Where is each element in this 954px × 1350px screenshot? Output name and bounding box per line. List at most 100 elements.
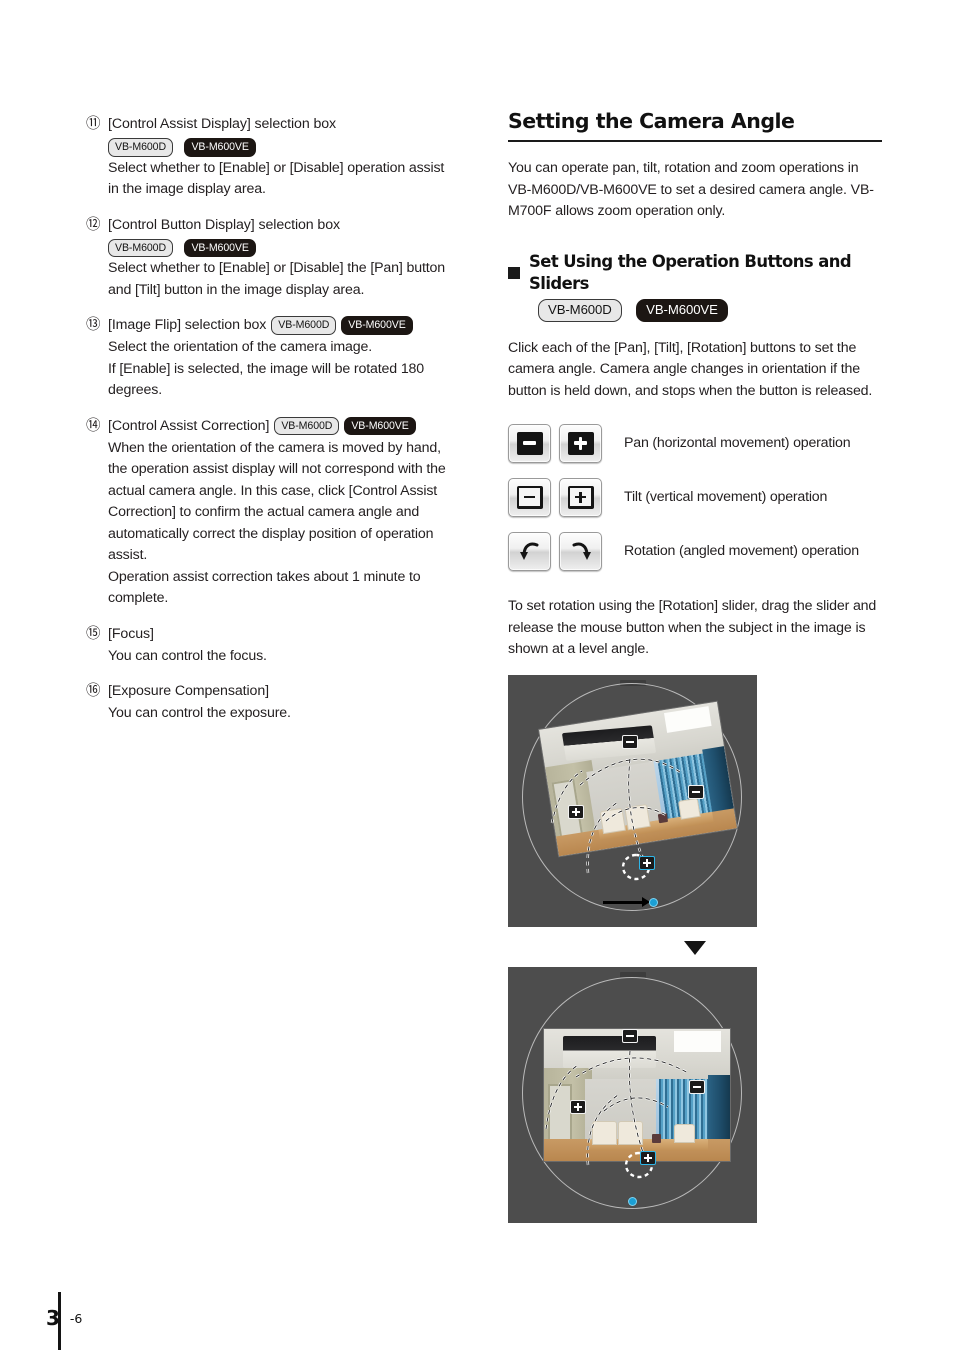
rotation-slider-handle[interactable] <box>650 898 657 906</box>
list-item-heading-text: [Control Assist Correction] <box>108 417 270 434</box>
badge-vb-m600ve: VB-M600VE <box>184 238 256 257</box>
pan-minus-button[interactable] <box>508 423 551 463</box>
chair <box>674 1123 695 1144</box>
tilt-plus-button[interactable] <box>559 477 602 517</box>
list-item-number: ⑮ <box>86 625 101 642</box>
body-line: Select the orientation of the camera ima… <box>108 339 373 355</box>
plus-icon <box>567 431 594 455</box>
desk-object <box>651 1134 662 1144</box>
curtain-dark <box>707 1074 730 1144</box>
rotate-clockwise-icon <box>569 539 593 563</box>
title-divider <box>508 140 882 142</box>
section-heading: Set Using the Operation Buttons and Slid… <box>508 251 882 295</box>
chair <box>677 797 701 820</box>
rotate-right-button[interactable] <box>559 531 602 571</box>
body-line: degrees. <box>108 382 163 398</box>
model-badge-row: VB-M600D VB-M600VE <box>108 138 478 157</box>
chair <box>624 802 651 830</box>
right-column: Setting the Camera Angle You can operate… <box>508 108 882 1223</box>
badge-vb-m600d: VB-M600D <box>108 138 174 157</box>
body-line: If [Enable] is selected, the image will … <box>108 360 425 377</box>
body-line: automatically correct the display positi… <box>108 525 434 542</box>
badge-vb-m600ve: VB-M600VE <box>184 138 256 157</box>
assist-pan-minus-button[interactable] <box>688 784 704 799</box>
screenshot-before-wrapper <box>508 674 882 927</box>
list-item-body: Select whether to [Enable] or [Disable] … <box>108 258 478 301</box>
section-paragraph: Click each of the [Pan], [Tilt], [Rotati… <box>508 339 873 399</box>
list-item-heading: [Control Assist Display] selection box <box>108 116 337 132</box>
list-item: ⑭ [Control Assist Correction] VB-M600D VB-… <box>86 416 478 610</box>
assist-tilt-minus-button[interactable] <box>622 1028 638 1043</box>
rotation-button-pair <box>508 531 616 571</box>
body-line: Operation assist correction takes about … <box>108 568 421 585</box>
slider-paragraph: To set rotation using the [Rotation] sli… <box>508 598 877 657</box>
body-line: actual camera angle. In this case, click… <box>108 482 438 499</box>
tilt-minus-button[interactable] <box>508 477 551 517</box>
assist-tilt-minus-button[interactable] <box>622 734 638 749</box>
chair <box>618 1120 643 1145</box>
assist-tilt-plus-button[interactable] <box>639 855 655 870</box>
badge-vb-m600ve: VB-M600VE <box>341 316 413 335</box>
body-line: assist. <box>108 547 148 563</box>
badge-vb-m600d: VB-M600D <box>274 416 340 435</box>
skylight <box>674 1031 721 1053</box>
badge-vb-m600d: VB-M600D <box>538 298 622 322</box>
legend-row-rotation: Rotation (angled movement) operation <box>508 524 882 578</box>
badge-vb-m600d: VB-M600D <box>108 238 174 257</box>
legend-row-tilt: Tilt (vertical movement) operation <box>508 470 882 524</box>
desk-object <box>658 812 669 824</box>
rotate-left-button[interactable] <box>508 531 551 571</box>
list-item-number: ⑭ <box>86 417 101 434</box>
body-line: complete. <box>108 590 169 606</box>
assist-tilt-plus-button[interactable] <box>640 1150 656 1165</box>
document-page: ⑪ [Control Assist Display] selection box… <box>0 0 954 1350</box>
assist-pan-plus-button[interactable] <box>568 804 584 819</box>
intro-paragraph: You can operate pan, tilt, rotation and … <box>508 160 874 219</box>
model-badge-row: VB-M600D VB-M600VE <box>108 238 478 257</box>
badge-vb-m600d: VB-M600D <box>271 316 337 335</box>
screenshot-after <box>508 966 757 1223</box>
camera-image-level <box>544 1028 730 1161</box>
rotation-slider-handle[interactable] <box>629 1197 636 1205</box>
body-line: Select whether to [Enable] or [Disable] … <box>108 260 446 276</box>
page-number-sub: -6 <box>69 1311 83 1326</box>
section-bullet-icon <box>508 266 520 279</box>
list-item-number: ⑯ <box>86 683 101 699</box>
list-item: ⑮ [Focus] You can control the focus. <box>86 624 478 668</box>
legend-row-pan: Pan (horizontal movement) operation <box>508 416 882 470</box>
model-badge-row: VB-M600D VB-M600VE <box>538 298 882 322</box>
list-item-body: Select the orientation of the camera ima… <box>108 337 478 402</box>
air-conditioner <box>562 1036 656 1069</box>
list-item: ⑪ [Control Assist Display] selection box… <box>86 114 478 201</box>
list-item: ⑬ [Image Flip] selection box VB-M600D VB-M… <box>86 315 478 402</box>
list-item-heading: [Control Assist Correction] VB-M600D VB-M6… <box>108 416 478 437</box>
assist-pan-plus-button[interactable] <box>570 1099 586 1114</box>
drag-arrow-icon <box>603 897 650 907</box>
tilt-button-pair <box>508 477 616 517</box>
plus-boxed-icon <box>567 485 594 509</box>
list-item-number: ⑬ <box>86 317 101 333</box>
minus-boxed-icon <box>516 485 543 509</box>
chair <box>592 1120 617 1145</box>
legend-label-rotation: Rotation (angled movement) operation <box>624 543 859 559</box>
badge-vb-m600ve: VB-M600VE <box>344 416 416 435</box>
list-item-heading: [Control Button Display] selection box <box>108 216 340 233</box>
footer-rule <box>58 1292 62 1350</box>
legend-label-pan: Pan (horizontal movement) operation <box>624 435 851 451</box>
page-title: Setting the Camera Angle <box>508 109 795 133</box>
list-item-heading: [Focus] <box>108 625 154 642</box>
body-line: Select whether to [Enable] or [Disable] … <box>108 159 445 176</box>
assist-pan-minus-button[interactable] <box>689 1079 705 1094</box>
camera-image-tilted <box>539 701 737 856</box>
list-item-body: When the orientation of the camera is mo… <box>108 438 478 610</box>
page-footer: 3 -6 <box>46 1308 82 1328</box>
left-column: ⑪ [Control Assist Display] selection box… <box>86 114 478 739</box>
list-item-body: Select whether to [Enable] or [Disable] … <box>108 158 478 201</box>
pan-plus-button[interactable] <box>559 423 602 463</box>
rotate-counterclockwise-icon <box>518 539 542 563</box>
body-line: You can control the focus. <box>108 647 267 664</box>
list-item: ⑯ [Exposure Compensation] You can contro… <box>86 681 478 725</box>
list-item-body: You can control the focus. <box>108 646 478 668</box>
list-item-number: ⑫ <box>86 216 101 233</box>
list-item-body: You can control the exposure. <box>108 703 478 725</box>
